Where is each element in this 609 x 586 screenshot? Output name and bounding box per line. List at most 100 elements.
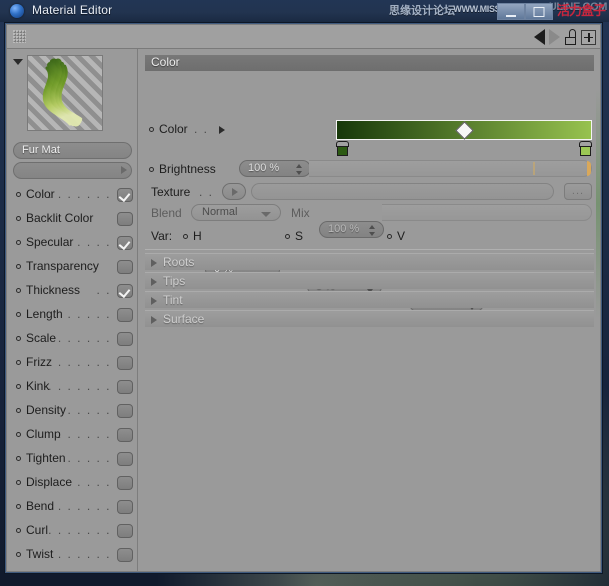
lock-icon[interactable] [564, 29, 577, 45]
channel-checkbox[interactable] [117, 548, 133, 562]
collapsible-section-roots[interactable]: Roots [145, 253, 594, 270]
channel-row-displace[interactable]: Displace . . . . [7, 471, 138, 495]
channel-checkbox[interactable] [117, 236, 133, 250]
minimize-button[interactable] [497, 3, 525, 20]
texture-path-field[interactable] [251, 183, 554, 200]
channel-row-density[interactable]: Density. . . . . [7, 399, 138, 423]
channel-bullet-icon[interactable] [16, 528, 21, 533]
next-material-icon[interactable] [549, 29, 560, 45]
channel-dots: . . . . . . . [48, 187, 111, 201]
brightness-slider-track[interactable] [309, 160, 592, 177]
channel-row-thickness[interactable]: Thickness . . [7, 279, 138, 303]
add-material-button[interactable] [581, 29, 596, 45]
channel-bullet-icon[interactable] [16, 288, 21, 293]
collapsible-section-surface[interactable]: Surface [145, 310, 594, 327]
channel-row-backlit-color[interactable]: Backlit Color [7, 207, 138, 231]
channel-checkbox[interactable] [117, 356, 133, 370]
channel-bullet-icon[interactable] [16, 408, 21, 413]
channel-row-wave[interactable]: Wave. . . . . . [7, 567, 138, 572]
collapsible-section-tint[interactable]: Tint [145, 291, 594, 308]
channel-checkbox[interactable] [117, 308, 133, 322]
brightness-row-bullet[interactable] [149, 167, 154, 172]
channel-row-frizz[interactable]: Frizz. . . . . . . [7, 351, 138, 375]
collapse-caret-icon[interactable] [13, 59, 23, 65]
channel-checkbox[interactable] [117, 452, 133, 466]
channel-row-color[interactable]: Color. . . . . . . [7, 183, 138, 207]
collapsible-section-tips[interactable]: Tips [145, 272, 594, 289]
channel-bullet-icon[interactable] [16, 240, 21, 245]
gradient-stop-left[interactable] [336, 141, 349, 156]
channel-bullet-icon[interactable] [16, 480, 21, 485]
channel-checkbox[interactable] [117, 524, 133, 538]
brightness-input[interactable]: 100 % [239, 160, 311, 177]
channel-row-kink[interactable]: Kink. . . . . . . [7, 375, 138, 399]
texture-label: Texture [151, 185, 191, 199]
gradient-stop-right[interactable] [579, 141, 592, 156]
channel-checkbox[interactable] [117, 476, 133, 490]
variation-v-bullet[interactable] [387, 234, 392, 239]
channel-dots: . . . . . . [57, 427, 111, 441]
channel-bullet-icon[interactable] [16, 504, 21, 509]
channel-checkbox[interactable] [117, 380, 133, 394]
channel-row-curl[interactable]: Curl. . . . . . . [7, 519, 138, 543]
channel-bullet-icon[interactable] [16, 264, 21, 269]
material-preset-dropdown[interactable] [13, 162, 132, 179]
brightness-stepper-icon[interactable] [296, 164, 303, 175]
chevron-right-icon [151, 316, 157, 324]
color-row-bullet[interactable] [149, 127, 154, 132]
channel-bullet-icon[interactable] [16, 384, 21, 389]
variation-h-bullet[interactable] [183, 234, 188, 239]
maximize-button[interactable] [525, 3, 553, 20]
channel-row-twist[interactable]: Twist. . . . . . [7, 543, 138, 567]
color-gradient-bar[interactable] [336, 120, 592, 140]
material-thumbnail[interactable] [27, 55, 103, 131]
channel-checkbox[interactable] [117, 332, 133, 346]
expand-arrow-icon[interactable] [219, 126, 225, 134]
previous-material-icon[interactable] [534, 29, 545, 45]
mix-value: 100 % [328, 223, 360, 235]
channel-checkbox[interactable] [117, 260, 133, 274]
variation-s-bullet[interactable] [285, 234, 290, 239]
editor-toolbar [7, 25, 600, 49]
channel-row-transparency[interactable]: Transparency [7, 255, 138, 279]
channel-checkbox[interactable] [117, 428, 133, 442]
channel-bullet-icon[interactable] [16, 456, 21, 461]
channel-bullet-icon[interactable] [16, 312, 21, 317]
channel-row-bend[interactable]: Bend. . . . . . [7, 495, 138, 519]
channel-checkbox[interactable] [117, 188, 133, 202]
channel-checkbox[interactable] [117, 500, 133, 514]
channel-bullet-icon[interactable] [16, 192, 21, 197]
channel-bullet-icon[interactable] [16, 216, 21, 221]
channel-checkbox[interactable] [117, 404, 133, 418]
brightness-slider-handle[interactable] [587, 161, 591, 176]
channel-dots: . . . . . [67, 451, 111, 465]
mix-input[interactable]: 100 % [319, 221, 384, 238]
channel-dots: . . . . . . . [48, 379, 111, 393]
channel-row-clump[interactable]: Clump. . . . . . [7, 423, 138, 447]
channel-row-length[interactable]: Length . . . . . [7, 303, 138, 327]
channel-checkbox[interactable] [117, 212, 133, 226]
channel-bullet-icon[interactable] [16, 336, 21, 341]
mix-stepper-icon[interactable] [369, 225, 376, 236]
channel-row-specular[interactable]: Specular. . . . [7, 231, 138, 255]
drag-grip-icon[interactable] [13, 30, 26, 43]
channel-row-tighten[interactable]: Tighten. . . . . [7, 447, 138, 471]
channel-dots: . . . . . . . [48, 523, 111, 537]
mix-slider-track[interactable] [382, 204, 592, 221]
blend-mode-value: Normal [202, 206, 238, 218]
channel-label: Bend [26, 499, 55, 513]
blend-mode-select[interactable]: Normal [191, 204, 281, 221]
texture-expand-button[interactable] [222, 183, 246, 200]
channel-checkbox[interactable] [117, 284, 133, 298]
material-name-field[interactable]: Fur Mat [13, 142, 132, 159]
channel-bullet-icon[interactable] [16, 552, 21, 557]
lock-shackle [569, 29, 576, 37]
channel-label: Thickness [26, 283, 81, 297]
channel-dots: . . . . . . [58, 571, 111, 572]
panel-divider [145, 249, 594, 250]
texture-browse-button[interactable]: ... [564, 183, 592, 200]
channel-label: Backlit Color [26, 211, 94, 225]
channel-bullet-icon[interactable] [16, 432, 21, 437]
channel-row-scale[interactable]: Scale. . . . . . [7, 327, 138, 351]
channel-bullet-icon[interactable] [16, 360, 21, 365]
